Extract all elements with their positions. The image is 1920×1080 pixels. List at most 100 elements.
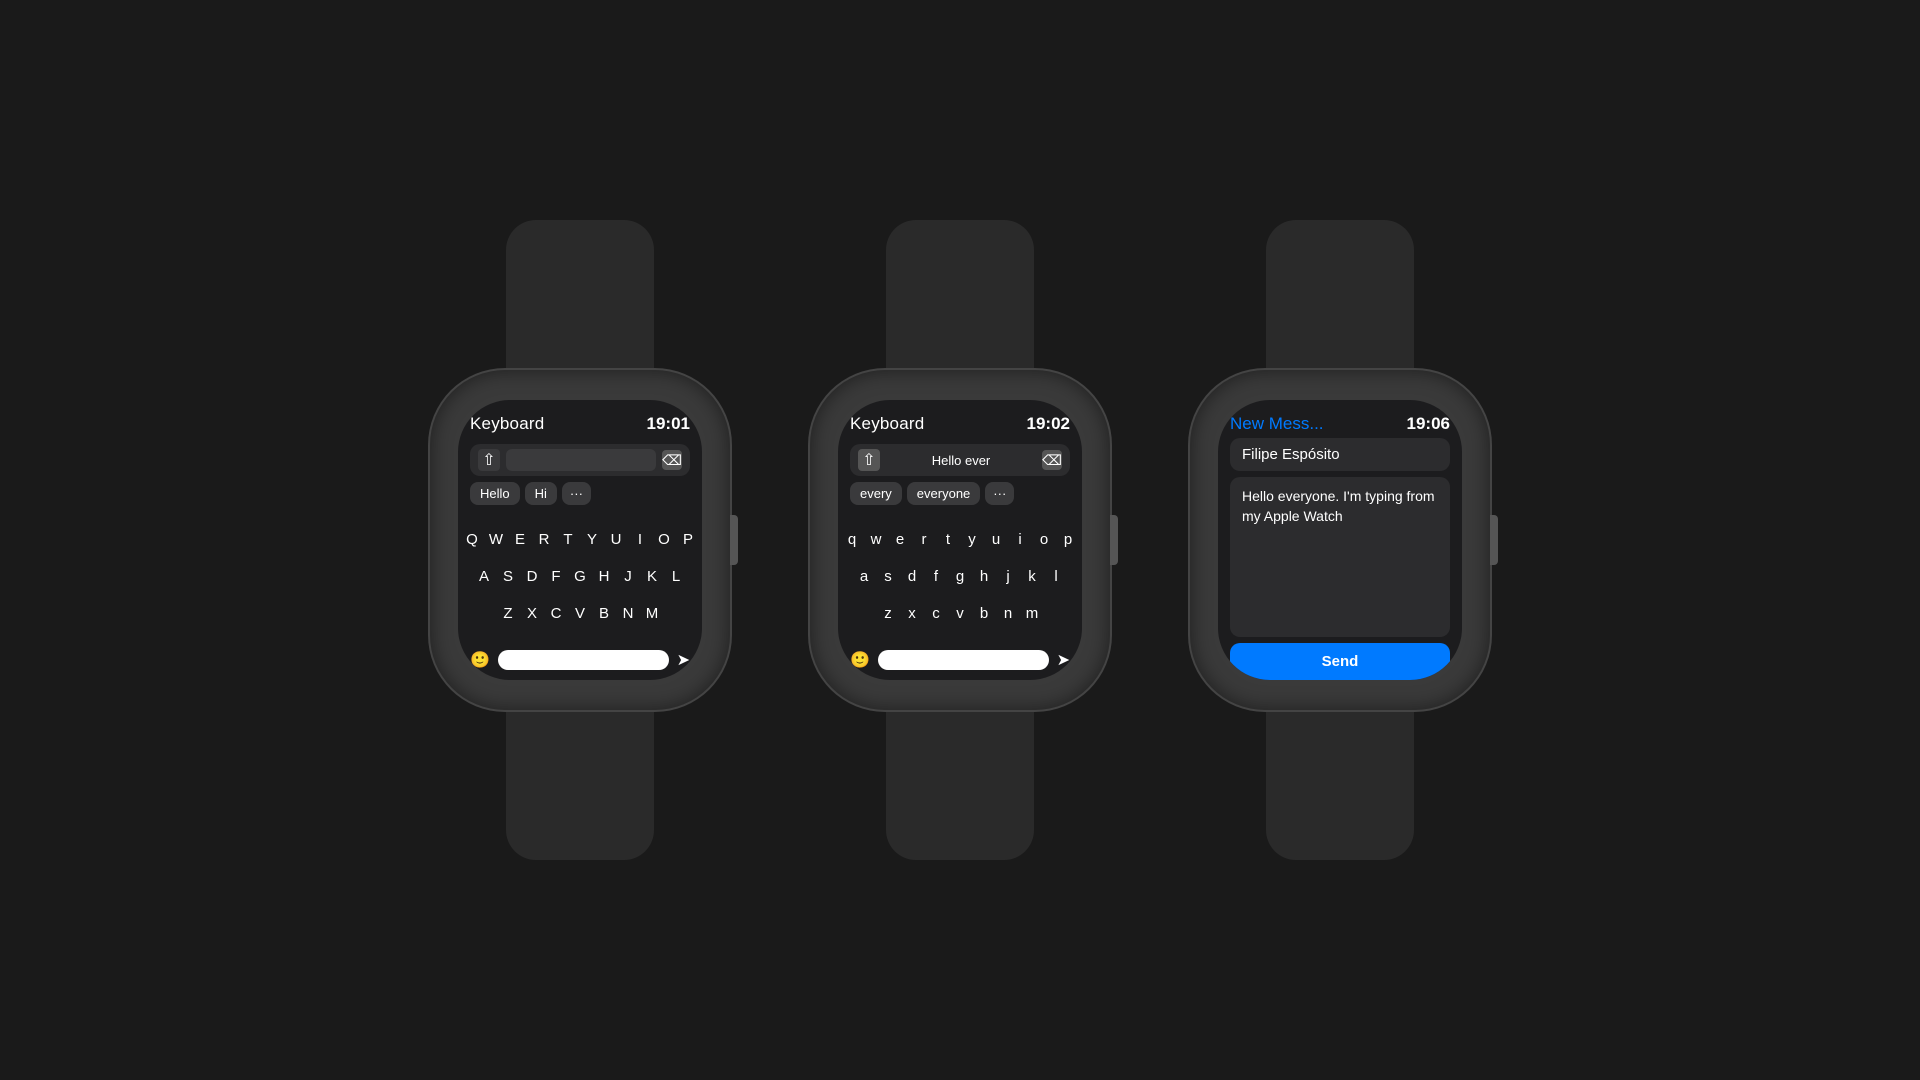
key-lc-h[interactable]: h bbox=[976, 568, 992, 585]
input-bar-2[interactable]: ⇧ Hello ever ⌫ bbox=[850, 444, 1070, 476]
suggestion-hello[interactable]: Hello bbox=[470, 482, 520, 505]
suggestion-hi[interactable]: Hi bbox=[525, 482, 557, 505]
key-w[interactable]: W bbox=[488, 531, 504, 548]
key-lc-w[interactable]: w bbox=[868, 531, 884, 548]
delete-key-2[interactable]: ⌫ bbox=[1042, 450, 1062, 470]
bottom-bar-1: 🙂 ➤ bbox=[470, 650, 690, 670]
send-button[interactable]: Send bbox=[1230, 643, 1450, 680]
keyboard-row-2-1: q w e r t y u i o p bbox=[850, 531, 1070, 548]
screen-title-2: Keyboard bbox=[850, 414, 924, 434]
message-view: New Mess... 19:06 Filipe Espósito Hello … bbox=[1218, 400, 1462, 680]
shift-key-2[interactable]: ⇧ bbox=[858, 449, 880, 471]
key-lc-v[interactable]: v bbox=[952, 605, 968, 622]
space-bar-2[interactable] bbox=[878, 650, 1049, 670]
input-text-2: Hello ever bbox=[932, 453, 991, 468]
key-e[interactable]: E bbox=[512, 531, 528, 548]
key-n[interactable]: N bbox=[620, 605, 636, 622]
watch-3: New Mess... 19:06 Filipe Espósito Hello … bbox=[1190, 220, 1490, 860]
key-m[interactable]: M bbox=[644, 605, 660, 622]
key-lc-p[interactable]: p bbox=[1060, 531, 1076, 548]
shift-key-1[interactable]: ⇧ bbox=[478, 449, 500, 471]
key-lc-r[interactable]: r bbox=[916, 531, 932, 548]
suggestions-2: every everyone ··· bbox=[850, 482, 1070, 505]
suggestion-more-1[interactable]: ··· bbox=[562, 482, 591, 505]
emoji-icon-1[interactable]: 🙂 bbox=[470, 650, 490, 670]
key-y[interactable]: Y bbox=[584, 531, 600, 548]
key-q[interactable]: Q bbox=[464, 531, 480, 548]
suggestion-every[interactable]: every bbox=[850, 482, 902, 505]
screen-header-3: New Mess... 19:06 bbox=[1230, 414, 1450, 434]
key-lc-f[interactable]: f bbox=[928, 568, 944, 585]
key-lc-k[interactable]: k bbox=[1024, 568, 1040, 585]
screen-title-1: Keyboard bbox=[470, 414, 544, 434]
key-lc-x[interactable]: x bbox=[904, 605, 920, 622]
input-field-2[interactable]: Hello ever bbox=[886, 449, 1036, 471]
key-lc-m[interactable]: m bbox=[1024, 605, 1040, 622]
key-r[interactable]: R bbox=[536, 531, 552, 548]
key-i[interactable]: I bbox=[632, 531, 648, 548]
watch-band-top-1 bbox=[506, 220, 654, 380]
suggestion-more-2[interactable]: ··· bbox=[985, 482, 1014, 505]
emoji-icon-2[interactable]: 🙂 bbox=[850, 650, 870, 670]
key-c[interactable]: C bbox=[548, 605, 564, 622]
keyboard-row-2-2: a s d f g h j k l bbox=[850, 568, 1070, 585]
key-lc-s[interactable]: s bbox=[880, 568, 896, 585]
key-lc-q[interactable]: q bbox=[844, 531, 860, 548]
key-l[interactable]: L bbox=[668, 568, 684, 585]
keyboard-row-1-2: A S D F G H J K L bbox=[470, 568, 690, 585]
key-lc-e[interactable]: e bbox=[892, 531, 908, 548]
key-h[interactable]: H bbox=[596, 568, 612, 585]
key-lc-j[interactable]: j bbox=[1000, 568, 1016, 585]
key-f[interactable]: F bbox=[548, 568, 564, 585]
key-z[interactable]: Z bbox=[500, 605, 516, 622]
key-lc-u[interactable]: u bbox=[988, 531, 1004, 548]
key-g[interactable]: G bbox=[572, 568, 588, 585]
key-j[interactable]: J bbox=[620, 568, 636, 585]
watch-band-bottom-3 bbox=[1266, 700, 1414, 860]
key-b[interactable]: B bbox=[596, 605, 612, 622]
suggestion-everyone[interactable]: everyone bbox=[907, 482, 980, 505]
watch-band-bottom-2 bbox=[886, 700, 1034, 860]
key-p[interactable]: P bbox=[680, 531, 696, 548]
key-d[interactable]: D bbox=[524, 568, 540, 585]
input-field-1[interactable] bbox=[506, 449, 656, 471]
key-lc-g[interactable]: g bbox=[952, 568, 968, 585]
key-lc-i[interactable]: i bbox=[1012, 531, 1028, 548]
keyboard-row-1-1: Q W E R T Y U I O P bbox=[470, 531, 690, 548]
input-bar-1[interactable]: ⇧ ⌫ bbox=[470, 444, 690, 476]
key-s[interactable]: S bbox=[500, 568, 516, 585]
key-lc-c[interactable]: c bbox=[928, 605, 944, 622]
key-lc-t[interactable]: t bbox=[940, 531, 956, 548]
key-lc-o[interactable]: o bbox=[1036, 531, 1052, 548]
watch-body-1: Keyboard 19:01 ⇧ ⌫ Hello Hi ··· bbox=[430, 370, 730, 710]
delete-key-1[interactable]: ⌫ bbox=[662, 450, 682, 470]
key-lc-l[interactable]: l bbox=[1048, 568, 1064, 585]
key-lc-y[interactable]: y bbox=[964, 531, 980, 548]
screen-time-3: 19:06 bbox=[1407, 414, 1450, 434]
keyboard-area-2: q w e r t y u i o p a s d bbox=[850, 511, 1070, 642]
keyboard-row-2-3: z x c v b n m bbox=[850, 605, 1070, 622]
key-t[interactable]: T bbox=[560, 531, 576, 548]
send-icon-2[interactable]: ➤ bbox=[1057, 650, 1070, 670]
watch-band-bottom-1 bbox=[506, 700, 654, 860]
key-lc-z[interactable]: z bbox=[880, 605, 896, 622]
key-k[interactable]: K bbox=[644, 568, 660, 585]
key-a[interactable]: A bbox=[476, 568, 492, 585]
key-lc-n[interactable]: n bbox=[1000, 605, 1016, 622]
watch-1: Keyboard 19:01 ⇧ ⌫ Hello Hi ··· bbox=[430, 220, 730, 860]
key-lc-a[interactable]: a bbox=[856, 568, 872, 585]
watch-body-3: New Mess... 19:06 Filipe Espósito Hello … bbox=[1190, 370, 1490, 710]
contact-name: Filipe Espósito bbox=[1230, 438, 1450, 471]
key-o[interactable]: O bbox=[656, 531, 672, 548]
key-u[interactable]: U bbox=[608, 531, 624, 548]
space-bar-1[interactable] bbox=[498, 650, 669, 670]
watch-screen-1: Keyboard 19:01 ⇧ ⌫ Hello Hi ··· bbox=[458, 400, 702, 680]
key-x[interactable]: X bbox=[524, 605, 540, 622]
watch-screen-2: Keyboard 19:02 ⇧ Hello ever ⌫ every ever… bbox=[838, 400, 1082, 680]
key-lc-d[interactable]: d bbox=[904, 568, 920, 585]
send-icon-1[interactable]: ➤ bbox=[677, 650, 690, 670]
key-v[interactable]: V bbox=[572, 605, 588, 622]
key-lc-b[interactable]: b bbox=[976, 605, 992, 622]
screen-title-3: New Mess... bbox=[1230, 414, 1324, 434]
watch-band-top-3 bbox=[1266, 220, 1414, 380]
